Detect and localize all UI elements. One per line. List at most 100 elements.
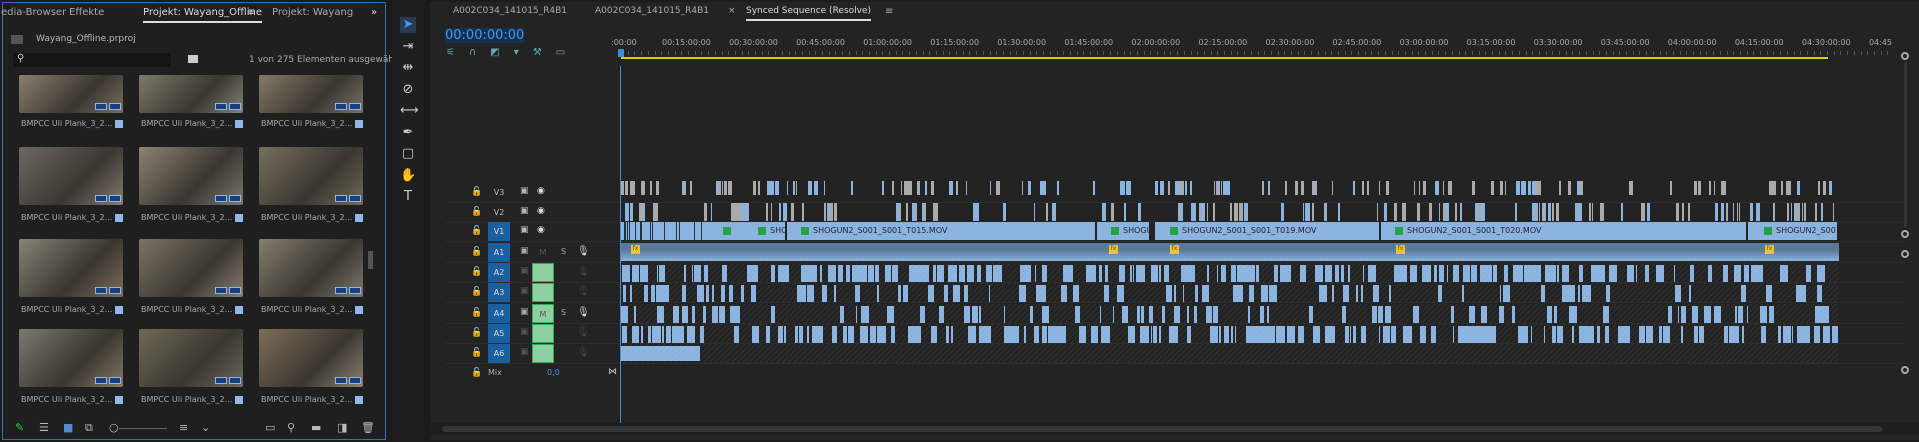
lock-icon[interactable]: 🔓: [471, 207, 482, 217]
video-clip[interactable]: [931, 181, 935, 195]
video-clip[interactable]: [808, 181, 812, 195]
video-clip[interactable]: [915, 203, 917, 221]
lock-icon[interactable]: 🔓: [471, 308, 482, 318]
rectangle-icon[interactable]: ▢: [400, 146, 416, 162]
video-clip[interactable]: [1353, 181, 1356, 195]
search-input[interactable]: ⚲: [13, 53, 171, 67]
video-clip[interactable]: [753, 181, 756, 195]
scroll-zoom-handle[interactable]: [1901, 250, 1909, 258]
video-clip[interactable]: [1417, 203, 1421, 221]
video-clip[interactable]: [790, 203, 794, 221]
video-clip[interactable]: [767, 181, 771, 195]
video-clip[interactable]: [631, 181, 635, 195]
video-clip[interactable]: [1168, 181, 1171, 195]
video-clip[interactable]: [1720, 203, 1724, 221]
video-clip[interactable]: [1646, 203, 1651, 221]
mute-button[interactable]: M: [532, 243, 554, 262]
video-clip[interactable]: [1555, 203, 1559, 221]
video-clip[interactable]: [1669, 181, 1673, 195]
mic-icon[interactable]: 🎙: [577, 266, 590, 277]
video-clip[interactable]: [1796, 181, 1801, 195]
clip-thumbnail[interactable]: [259, 239, 363, 297]
video-clip[interactable]: [1620, 203, 1623, 221]
video-clip[interactable]: [1436, 181, 1439, 195]
video-clip[interactable]: [1190, 181, 1192, 195]
video-clip[interactable]: [1033, 203, 1035, 221]
video-clip[interactable]: [1229, 203, 1233, 221]
video-clip[interactable]: [1790, 203, 1793, 221]
track-target-a6[interactable]: A6: [488, 344, 510, 363]
video-clip[interactable]: [1261, 181, 1264, 195]
timeline-tab-0[interactable]: A002C034_141015_R4B1: [453, 6, 567, 16]
clip-thumbnail[interactable]: [259, 329, 363, 387]
find-icon[interactable]: ⚲: [287, 421, 295, 434]
video-clip[interactable]: [1481, 203, 1485, 221]
video-clip[interactable]: [949, 181, 953, 195]
video-clip[interactable]: [1532, 181, 1536, 195]
video-clip[interactable]: [1285, 181, 1288, 195]
video-clip[interactable]: [1699, 181, 1702, 195]
video-clip[interactable]: [625, 181, 629, 195]
video-clip[interactable]: [823, 181, 825, 195]
video-clip[interactable]: [1801, 203, 1803, 221]
zoom-track[interactable]: [119, 428, 167, 429]
video-clip[interactable]: [918, 181, 921, 195]
go-to-end-icon[interactable]: ⋈: [608, 367, 617, 377]
video-clip[interactable]: [1110, 203, 1115, 221]
video-clip[interactable]: [757, 181, 760, 195]
video-clip[interactable]: [1137, 203, 1142, 221]
video-clip[interactable]: [1536, 203, 1539, 221]
video-clip[interactable]: [766, 203, 769, 221]
video-clip[interactable]: [643, 203, 645, 221]
ripple-edit-icon[interactable]: ⇹: [400, 60, 416, 76]
sync-lock-icon[interactable]: ▣: [520, 327, 529, 337]
video-clip[interactable]: [1191, 203, 1194, 221]
track-target-a3[interactable]: A3: [488, 283, 510, 302]
video-clip[interactable]: [1817, 181, 1820, 195]
tab-3[interactable]: Projekt: Wayang: [272, 7, 353, 18]
eye-icon[interactable]: ◉: [537, 186, 545, 196]
slip-icon[interactable]: ⟷: [400, 103, 419, 119]
video-clip[interactable]: [1439, 203, 1441, 221]
video-clip[interactable]: [625, 203, 627, 221]
video-clip[interactable]: [1022, 181, 1024, 195]
video-clip[interactable]: [1804, 203, 1806, 221]
video-clip[interactable]: [1244, 203, 1249, 221]
video-clip[interactable]: [891, 181, 895, 195]
video-clip[interactable]: [1361, 181, 1364, 195]
overflow-icon[interactable]: »: [371, 7, 377, 18]
close-tab-icon[interactable]: ×: [728, 6, 736, 16]
video-clip[interactable]: [1224, 181, 1227, 195]
vertical-scrollbar[interactable]: [1904, 62, 1907, 227]
video-clip[interactable]: [1093, 181, 1095, 195]
video-clip[interactable]: [1709, 181, 1711, 195]
sync-lock-icon[interactable]: ▣: [520, 246, 529, 256]
video-clip[interactable]: [1722, 181, 1726, 195]
new-search-bin-icon[interactable]: [188, 55, 198, 63]
video-clip[interactable]: [689, 181, 692, 195]
timeline-tab-2[interactable]: Synced Sequence (Resolve): [746, 6, 872, 21]
video-clip[interactable]: [1302, 203, 1305, 221]
video-clip[interactable]: [683, 181, 686, 195]
mic-icon[interactable]: 🎙: [577, 327, 590, 338]
playhead[interactable]: [620, 66, 621, 426]
video-clip[interactable]: [1821, 203, 1824, 221]
sort-icon[interactable]: ≡: [179, 421, 188, 434]
track-target-v2[interactable]: V2: [488, 203, 510, 222]
video-clip[interactable]: [1442, 181, 1445, 195]
video-clip[interactable]: [1002, 203, 1007, 221]
horizontal-scrollbar[interactable]: [430, 423, 1919, 435]
video-clip[interactable]: [1715, 203, 1718, 221]
video-clip[interactable]: [1828, 181, 1833, 195]
video-clip[interactable]: [990, 181, 992, 195]
clip-thumbnail[interactable]: [139, 329, 243, 387]
video-clip[interactable]: [1833, 203, 1835, 221]
clip-thumbnail[interactable]: [19, 75, 123, 113]
video-clip[interactable]: [1366, 181, 1370, 195]
video-clip[interactable]: [1324, 203, 1327, 221]
clip-thumbnail[interactable]: [259, 75, 363, 113]
video-clip[interactable]: [1559, 181, 1562, 195]
video-clip[interactable]: [1682, 203, 1684, 221]
video-clip[interactable]: [1551, 203, 1555, 221]
video-clip[interactable]: [1042, 181, 1046, 195]
